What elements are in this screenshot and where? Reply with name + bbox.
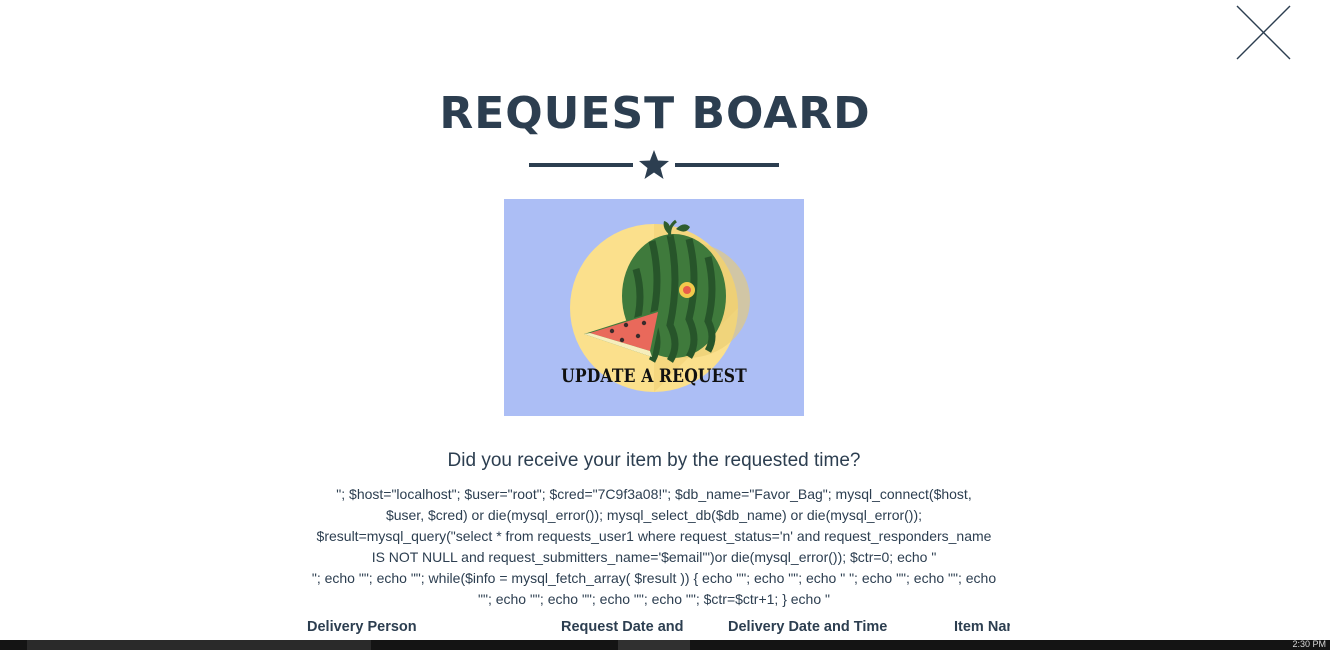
divider-line-right bbox=[675, 163, 779, 167]
delivery-question: Did you receive your item by the request… bbox=[447, 450, 861, 471]
divider-line-left bbox=[529, 163, 633, 167]
taskbar-search-box[interactable] bbox=[27, 640, 371, 650]
title-divider bbox=[529, 148, 779, 182]
column-header: Delivery Date and Time bbox=[728, 619, 888, 635]
taskbar: 2:30 PM bbox=[0, 640, 1330, 650]
php-source-text: "; $host="localhost"; $user="root"; $cre… bbox=[311, 486, 997, 607]
taskbar-clock: 2:30 PM bbox=[1292, 639, 1326, 649]
update-request-caption: UPDATE A REQUEST bbox=[561, 365, 747, 387]
taskbar-app-button[interactable] bbox=[618, 640, 690, 650]
page-title: REQUEST BOARD bbox=[439, 88, 871, 139]
close-button[interactable] bbox=[1235, 4, 1292, 61]
requests-table-header: Delivery Person Request Date and Deliver… bbox=[0, 619, 1010, 641]
column-header: Delivery Person bbox=[307, 619, 417, 635]
update-request-link[interactable]: UPDATE A REQUEST bbox=[504, 199, 804, 416]
column-header: Item Nar bbox=[954, 619, 1010, 635]
close-icon bbox=[1236, 5, 1291, 60]
star-icon bbox=[639, 150, 669, 179]
column-header: Request Date and bbox=[561, 619, 684, 635]
